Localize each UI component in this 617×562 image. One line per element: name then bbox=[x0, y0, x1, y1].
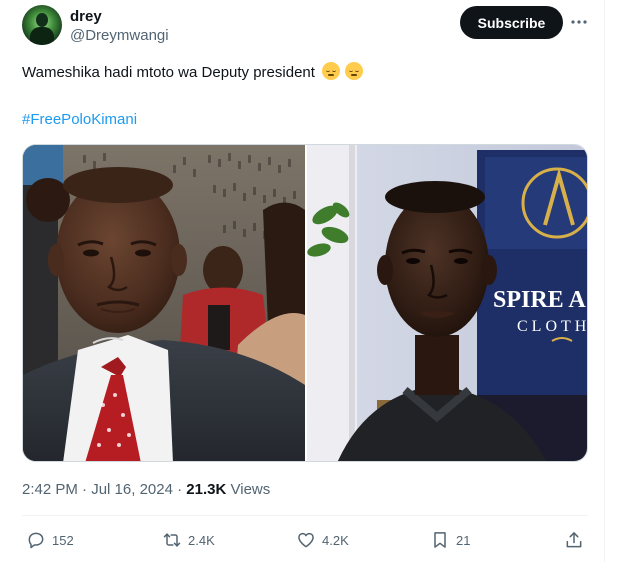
timeline-border bbox=[604, 0, 605, 562]
relieved-face-emoji-icon bbox=[345, 62, 364, 80]
divider bbox=[22, 515, 588, 516]
tweet-date[interactable]: Jul 16, 2024 bbox=[91, 481, 173, 498]
hashtag-link[interactable]: #FreePoloKimani bbox=[22, 110, 137, 130]
sign-text-top: SPIRE A bbox=[493, 287, 586, 313]
photo-gutter bbox=[305, 145, 307, 461]
views-label: Views bbox=[230, 481, 271, 498]
relieved-face-emoji-icon bbox=[322, 62, 341, 80]
bookmark-icon bbox=[434, 532, 446, 548]
like-icon bbox=[298, 532, 314, 548]
views-count: 21.3K bbox=[186, 481, 227, 498]
tweet-text: Wameshika hadi mtoto wa Deputy president bbox=[22, 62, 582, 83]
sign-text-bottom: CLOTH bbox=[517, 318, 588, 335]
reply-icon bbox=[28, 532, 44, 549]
repost-icon bbox=[163, 533, 181, 547]
meta-separator: · bbox=[82, 481, 88, 498]
like-count: 4.2K bbox=[322, 532, 349, 548]
share-button[interactable] bbox=[564, 526, 584, 554]
share-icon bbox=[566, 532, 582, 548]
avatar[interactable] bbox=[22, 5, 62, 45]
bookmark-button[interactable]: 21 bbox=[430, 526, 470, 554]
meta-separator: · bbox=[177, 481, 183, 498]
photo-right[interactable]: SPIRE A CLOTH bbox=[307, 145, 588, 461]
author-display-name[interactable]: drey bbox=[70, 8, 102, 26]
action-bar: 152 2.4K 4.2K 21 bbox=[22, 526, 588, 554]
tweet-body-text: Wameshika hadi mtoto wa Deputy president bbox=[22, 64, 315, 81]
author-handle[interactable]: @Dreymwangi bbox=[70, 27, 169, 45]
reply-button[interactable]: 152 bbox=[26, 526, 74, 554]
tweet-time[interactable]: 2:42 PM bbox=[22, 481, 78, 498]
photo-left[interactable] bbox=[23, 145, 305, 461]
more-options-icon[interactable] bbox=[568, 11, 590, 33]
bookmark-count: 21 bbox=[456, 532, 471, 548]
subscribe-button[interactable]: Subscribe bbox=[460, 6, 563, 39]
repost-button[interactable]: 2.4K bbox=[162, 526, 215, 554]
repost-count: 2.4K bbox=[188, 532, 215, 548]
reply-count: 152 bbox=[52, 532, 74, 548]
tweet-header: drey @Dreymwangi Subscribe bbox=[22, 5, 594, 49]
tweet-meta: 2:42 PM · Jul 16, 2024 · 21.3K Views bbox=[22, 480, 270, 500]
media-grid: SPIRE A CLOTH bbox=[22, 144, 588, 462]
like-button[interactable]: 4.2K bbox=[296, 526, 349, 554]
